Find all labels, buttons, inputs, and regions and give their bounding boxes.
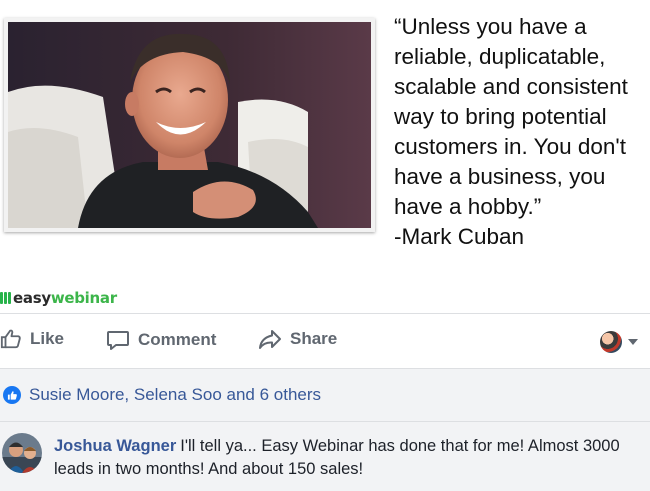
page-avatar bbox=[600, 331, 622, 353]
facebook-post-card: “Unless you have a reliable, duplicatabl… bbox=[0, 0, 650, 491]
like-button[interactable]: Like bbox=[0, 328, 64, 350]
post-action-bar: Like Comment Share bbox=[0, 314, 650, 369]
easywebinar-logo: easy webinar bbox=[0, 289, 117, 307]
commenter-avatar[interactable] bbox=[2, 433, 42, 473]
caret-down-icon bbox=[628, 339, 638, 345]
comment-label: Comment bbox=[138, 330, 217, 349]
react-as-selector[interactable] bbox=[600, 331, 638, 353]
comment-bubble-icon bbox=[107, 331, 129, 350]
speaker-photo bbox=[8, 22, 371, 228]
reactions-summary[interactable]: Susie Moore, Selena Soo and 6 others bbox=[0, 369, 650, 422]
comment-body: Joshua Wagner I'll tell ya... Easy Webina… bbox=[54, 435, 644, 481]
quote-text: “Unless you have a reliable, duplicatabl… bbox=[394, 14, 628, 249]
post-image[interactable]: “Unless you have a reliable, duplicatabl… bbox=[0, 0, 650, 314]
share-button[interactable]: Share bbox=[258, 328, 337, 350]
share-label: Share bbox=[290, 329, 338, 348]
share-arrow-icon bbox=[259, 330, 281, 349]
easywebinar-mark-icon bbox=[0, 292, 11, 304]
brand-text-easy: easy bbox=[13, 289, 51, 307]
brand-text-webinar: webinar bbox=[50, 289, 117, 307]
comment-button[interactable]: Comment bbox=[106, 328, 216, 352]
like-reaction-icon bbox=[3, 386, 21, 404]
speaker-photo-frame bbox=[4, 18, 375, 232]
thumbs-up-icon bbox=[0, 329, 21, 349]
like-label: Like bbox=[30, 329, 65, 348]
comment-item: Joshua Wagner I'll tell ya... Easy Webina… bbox=[0, 422, 650, 491]
reactions-names-link[interactable]: Susie Moore, Selena Soo and 6 others bbox=[29, 385, 321, 405]
comment-author-link[interactable]: Joshua Wagner bbox=[54, 437, 176, 455]
